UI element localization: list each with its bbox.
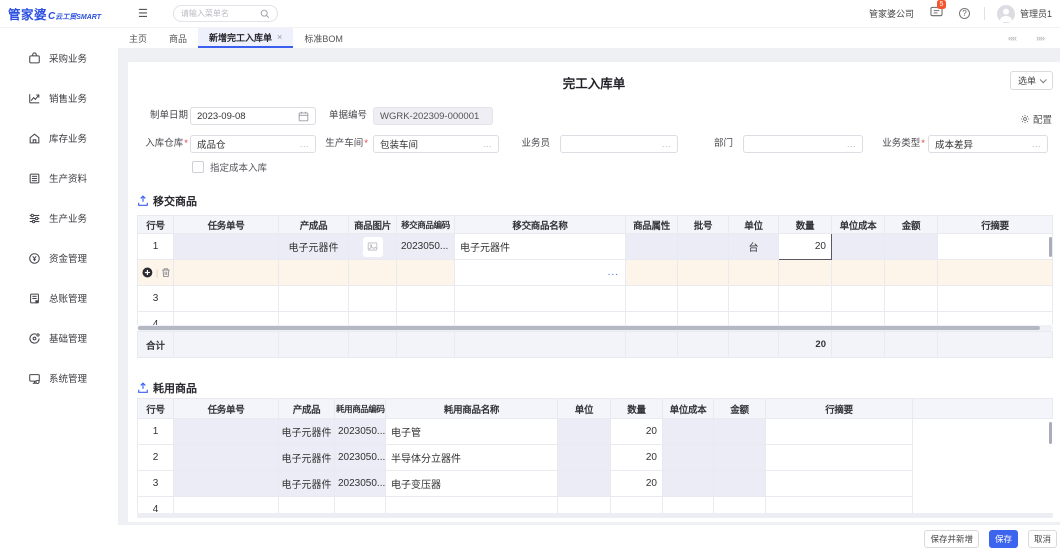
sales-icon bbox=[28, 92, 41, 105]
docno-label: 单据编号 bbox=[308, 107, 367, 125]
sidebar-item-ledger[interactable]: 总账管理 bbox=[0, 278, 118, 318]
date-input[interactable]: 2023-09-08 bbox=[190, 107, 316, 125]
product-image-placeholder[interactable] bbox=[363, 237, 383, 257]
transfer-row-4[interactable]: 4 bbox=[138, 312, 1053, 326]
docno-input: WGRK-202309-000001 bbox=[373, 107, 493, 125]
notifications-button[interactable]: 5 bbox=[930, 6, 943, 21]
transfer-table: 行号任务单号产成品商品图片移交商品编码移交商品名称商品属性批号单位数量单位成本金… bbox=[137, 215, 1053, 358]
help-icon[interactable]: ? bbox=[959, 8, 970, 19]
consume-row-3[interactable]: 3 电子元器件 2023050... 电子变压器 20 bbox=[138, 471, 1053, 497]
tab-close-icon[interactable]: × bbox=[277, 32, 282, 42]
consume-table: 行号任务单号产成品耗用商品编码耗用商品名称单位数量单位成本金额行摘要 1 电子元… bbox=[137, 398, 1053, 518]
app-logo: 管家婆 C云工贸SMART bbox=[0, 4, 128, 23]
warehouse-label: 入库仓库 bbox=[128, 135, 188, 153]
sidebar-item-basic[interactable]: 基础管理 bbox=[0, 318, 118, 358]
menu-search[interactable] bbox=[173, 5, 278, 22]
tab-bar: 主页 商品 新增完工入库单× 标准BOM «« »» bbox=[118, 28, 1060, 48]
top-header: 管家婆 C云工贸SMART ☰ 管家婆公司 5 ? 管理员1 bbox=[0, 0, 1060, 28]
chevron-down-icon bbox=[1040, 76, 1047, 83]
checkbox-box[interactable] bbox=[192, 161, 204, 173]
logo-text: 管家婆 bbox=[8, 4, 47, 23]
upload-icon bbox=[137, 195, 149, 207]
scroll-tabs-right-icon[interactable]: »» bbox=[1036, 33, 1044, 43]
select-order-button[interactable]: 选单 bbox=[1010, 71, 1053, 90]
sidebar: 采购业务 销售业务 库存业务 生产资料 生产业务 资金管理 总账管理 基础管理 bbox=[0, 28, 118, 553]
purchase-icon bbox=[28, 52, 41, 65]
logo-subtext: C云工贸SMART bbox=[48, 11, 101, 22]
add-row-icon[interactable] bbox=[142, 267, 153, 278]
funds-icon bbox=[28, 252, 41, 265]
system-icon bbox=[28, 372, 41, 385]
transfer-row-1[interactable]: 1 电子元器件 2023050... 电子元器件 台 20 bbox=[138, 234, 1053, 260]
ledger-icon bbox=[28, 292, 41, 305]
transfer-vertical-scrollbar[interactable] bbox=[1049, 237, 1052, 257]
date-label: 制单日期 bbox=[128, 107, 188, 125]
warehouse-select[interactable]: 成品仓... bbox=[190, 135, 316, 153]
search-icon bbox=[260, 9, 270, 19]
sidebar-item-system[interactable]: 系统管理 bbox=[0, 358, 118, 398]
config-button[interactable]: 配置 bbox=[1020, 112, 1052, 126]
scroll-tabs-left-icon[interactable]: «« bbox=[1008, 33, 1016, 43]
tab-bom[interactable]: 标准BOM bbox=[293, 28, 354, 48]
transfer-total-row: 合计 20 bbox=[137, 331, 1053, 358]
current-user[interactable]: 管理员1 bbox=[1020, 7, 1052, 20]
document-card: 完工入库单 选单 配置 制单日期 2023-09-08 单据编号 WGRK-20… bbox=[128, 62, 1060, 522]
company-name[interactable]: 管家婆公司 bbox=[869, 7, 914, 20]
consume-row-4[interactable]: 4 bbox=[138, 497, 1053, 514]
transfer-row-2[interactable]: | ... bbox=[138, 260, 1053, 286]
consume-header-row: 行号任务单号产成品耗用商品编码耗用商品名称单位数量单位成本金额行摘要 bbox=[138, 399, 1053, 419]
transfer-horizontal-scrollbar[interactable] bbox=[137, 325, 1053, 331]
tab-goods[interactable]: 商品 bbox=[158, 28, 198, 48]
gear-icon bbox=[1020, 114, 1030, 124]
delete-row-icon[interactable] bbox=[161, 267, 171, 278]
biztype-label: 业务类型 bbox=[863, 135, 925, 153]
tab-home[interactable]: 主页 bbox=[118, 28, 158, 48]
consume-vertical-scrollbar[interactable] bbox=[1049, 422, 1052, 444]
page-title: 完工入库单 bbox=[128, 73, 1060, 92]
cancel-button[interactable]: 取消 bbox=[1028, 530, 1057, 548]
header-divider bbox=[984, 7, 985, 20]
assign-cost-checkbox[interactable]: 指定成本入库 bbox=[192, 160, 267, 174]
upload-icon bbox=[137, 382, 149, 394]
product-picker-cell[interactable]: ... bbox=[455, 260, 626, 286]
sidebar-item-sales[interactable]: 销售业务 bbox=[0, 78, 118, 118]
sidebar-item-inventory[interactable]: 库存业务 bbox=[0, 118, 118, 158]
consume-total-peek bbox=[137, 513, 1053, 518]
qty-cell-editing[interactable]: 20 bbox=[779, 234, 832, 260]
avatar[interactable] bbox=[997, 5, 1015, 23]
workshop-select[interactable]: 包装车间... bbox=[373, 135, 499, 153]
menu-search-input[interactable] bbox=[181, 9, 260, 18]
footer-bar: 保存并新增 保存 取消 bbox=[118, 525, 1060, 553]
dept-label: 部门 bbox=[673, 135, 733, 153]
production-biz-icon bbox=[28, 212, 41, 225]
notification-badge: 5 bbox=[937, 0, 946, 9]
save-button[interactable]: 保存 bbox=[989, 530, 1018, 548]
transfer-row-3[interactable]: 3 bbox=[138, 286, 1053, 312]
tab-new-completion-receipt[interactable]: 新增完工入库单× bbox=[198, 28, 293, 48]
salesman-label: 业务员 bbox=[488, 135, 550, 153]
basic-icon bbox=[28, 332, 41, 345]
menu-toggle-icon[interactable]: ☰ bbox=[138, 7, 148, 20]
save-and-new-button[interactable]: 保存并新增 bbox=[924, 530, 979, 548]
transfer-header-row: 行号任务单号产成品商品图片移交商品编码移交商品名称商品属性批号单位数量单位成本金… bbox=[138, 216, 1053, 234]
sidebar-item-purchase[interactable]: 采购业务 bbox=[0, 38, 118, 78]
workshop-label: 生产车间 bbox=[308, 135, 368, 153]
production-data-icon bbox=[28, 172, 41, 185]
consume-row-2[interactable]: 2 电子元器件 2023050... 半导体分立器件 20 bbox=[138, 445, 1053, 471]
salesman-select[interactable]: ... bbox=[560, 135, 678, 153]
consume-section-title: 耗用商品 bbox=[137, 380, 197, 396]
biztype-select[interactable]: 成本差异... bbox=[928, 135, 1048, 153]
dept-select[interactable]: ... bbox=[743, 135, 863, 153]
inventory-icon bbox=[28, 132, 41, 145]
sidebar-item-funds[interactable]: 资金管理 bbox=[0, 238, 118, 278]
sidebar-item-production-data[interactable]: 生产资料 bbox=[0, 158, 118, 198]
transfer-section-title: 移交商品 bbox=[137, 193, 197, 209]
consume-row-1[interactable]: 1 电子元器件 2023050... 电子管 20 bbox=[138, 419, 1053, 445]
sidebar-item-production-biz[interactable]: 生产业务 bbox=[0, 198, 118, 238]
